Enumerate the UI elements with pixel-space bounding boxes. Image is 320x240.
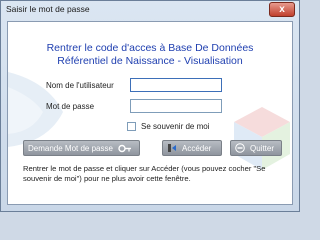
password-field[interactable] xyxy=(130,99,222,113)
remember-me-row[interactable]: Se souvenir de moi xyxy=(127,122,209,131)
username-label: Nom de l'utilisateur xyxy=(46,81,114,90)
username-field[interactable] xyxy=(130,78,222,92)
title-line-2: Référentiel de Naissance - Visualisation xyxy=(57,55,243,67)
dialog-body: Rentrer le code d'acces à Base De Donnée… xyxy=(7,21,293,205)
key-icon xyxy=(118,144,132,153)
page-title: Rentrer le code d'acces à Base De Donnée… xyxy=(8,42,292,68)
password-label: Mot de passe xyxy=(46,102,95,111)
window-close-button[interactable]: x xyxy=(269,2,295,17)
access-icon xyxy=(167,143,177,153)
minus-icon xyxy=(235,143,245,153)
title-line-1: Rentrer le code d'acces à Base De Donnée… xyxy=(46,42,254,54)
access-label: Accéder xyxy=(182,143,212,153)
quit-label: Quitter xyxy=(250,143,275,153)
quit-button[interactable]: Quitter xyxy=(230,140,282,156)
remember-me-checkbox[interactable] xyxy=(127,122,136,131)
remember-me-label: Se souvenir de moi xyxy=(141,122,210,131)
request-password-label: Demande Mot de passe xyxy=(28,143,113,153)
access-button[interactable]: Accéder xyxy=(162,140,222,156)
title-bar[interactable]: Saisir le mot de passe x xyxy=(1,1,299,19)
login-dialog: Saisir le mot de passe x Rentrer le code… xyxy=(0,0,300,212)
request-password-button[interactable]: Demande Mot de passe xyxy=(23,140,140,156)
close-icon: x xyxy=(279,4,285,15)
window-title: Saisir le mot de passe xyxy=(6,4,90,14)
background-cube-icon xyxy=(234,107,290,170)
help-text: Rentrer le mot de passe et cliquer sur A… xyxy=(23,164,266,183)
